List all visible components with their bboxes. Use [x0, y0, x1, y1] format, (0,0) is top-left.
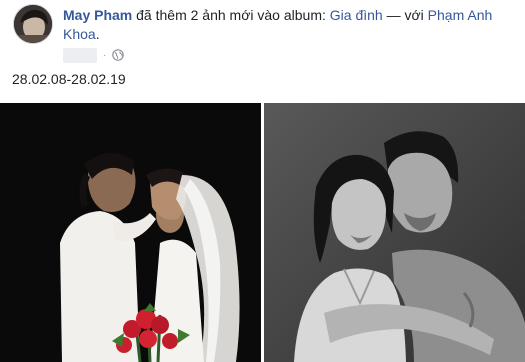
globe-icon[interactable]	[112, 49, 125, 61]
facebook-post: May Pham đã thêm 2 ảnh mới vào album: Gi…	[0, 0, 525, 362]
author-name-link[interactable]: May Pham	[63, 7, 132, 23]
post-headline: May Pham đã thêm 2 ảnh mới vào album: Gi…	[63, 6, 513, 44]
author-avatar[interactable]	[13, 4, 53, 44]
couple-portrait-photo[interactable]	[264, 103, 525, 362]
post-caption: 28.02.08-28.02.19	[12, 71, 126, 87]
headline-end: .	[95, 26, 100, 42]
wedding-kiss-photo[interactable]	[0, 103, 261, 362]
timestamp-redacted[interactable]	[63, 47, 97, 63]
album-link[interactable]: Gia đình	[330, 7, 383, 23]
meta-separator: ·	[103, 49, 107, 61]
post-meta: ·	[63, 47, 125, 63]
action-text: đã thêm 2 ảnh mới vào album:	[132, 7, 330, 23]
with-text: — với	[382, 7, 428, 23]
